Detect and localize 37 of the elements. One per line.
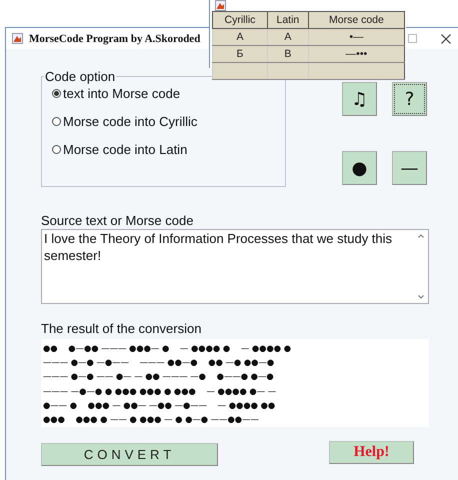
radio-dot-icon[interactable]	[52, 89, 61, 98]
tool-button[interactable]: ●	[342, 151, 377, 185]
source-text: I love the Theory of Information Processes that we study this semester!	[43, 230, 394, 264]
result-label: The result of the conversion	[41, 321, 202, 336]
radio-option[interactable]: Morse code into Latin	[52, 142, 285, 157]
table-cell: Б	[212, 46, 268, 62]
convert-button[interactable]: CONVERT	[41, 443, 218, 466]
morse-line: ——— —●—● ● ●●● ●●● ● ●●● — ●●●● ●— —	[43, 384, 278, 398]
morse-line: ●●● ●●● ● —— ● ●●● — ● ●—● ——●●——	[43, 413, 260, 426]
window-title: MorseCode Program by A.Skoroded	[29, 32, 200, 44]
scroll-down-icon[interactable]	[418, 295, 424, 299]
table-cell: А	[212, 28, 268, 46]
radio-dot-icon[interactable]	[52, 145, 61, 154]
app-icon	[12, 33, 23, 44]
close-icon[interactable]	[441, 34, 451, 44]
morse-line: ——— ●—● —— ●— — ●● ——— —● ●——● ●—●	[43, 370, 275, 384]
table-cell: —•••	[308, 46, 404, 62]
radio-option[interactable]: Morse code into Cyrillic	[52, 114, 285, 129]
source-text-area[interactable]: I love the Theory of Information Processes that we study this semester!	[41, 229, 429, 304]
radio-dot-icon[interactable]	[52, 117, 61, 126]
column-header: Cyrillic	[212, 12, 268, 28]
tool-button[interactable]: —	[392, 151, 427, 185]
tool-button[interactable]: ♫	[342, 82, 377, 116]
group-title: Code option	[44, 69, 116, 84]
table-cell: B	[267, 46, 308, 62]
column-header: Latin	[267, 12, 308, 28]
morse-line: ●—— ● ●●● — ●●— —●● —●—— — ●●●● ●●	[43, 398, 276, 412]
tool-button[interactable]: ?	[392, 82, 427, 116]
morse-line: ●● ●—●● ——— ●●●— ● — ●●●● ● — ●●●● ●	[43, 342, 292, 355]
column-header: Morse code	[308, 12, 404, 28]
morse-line: ——— ●—● —●—— ——— ●●—● ●● —● ●●—●	[43, 356, 276, 370]
radio-option[interactable]: text into Morse code	[52, 86, 285, 101]
source-label: Source text or Morse code	[41, 213, 194, 228]
table-cell: •—	[308, 28, 404, 46]
scroll-up-icon[interactable]	[418, 234, 424, 238]
app-icon	[215, 0, 226, 11]
table-cell: A	[267, 28, 308, 46]
